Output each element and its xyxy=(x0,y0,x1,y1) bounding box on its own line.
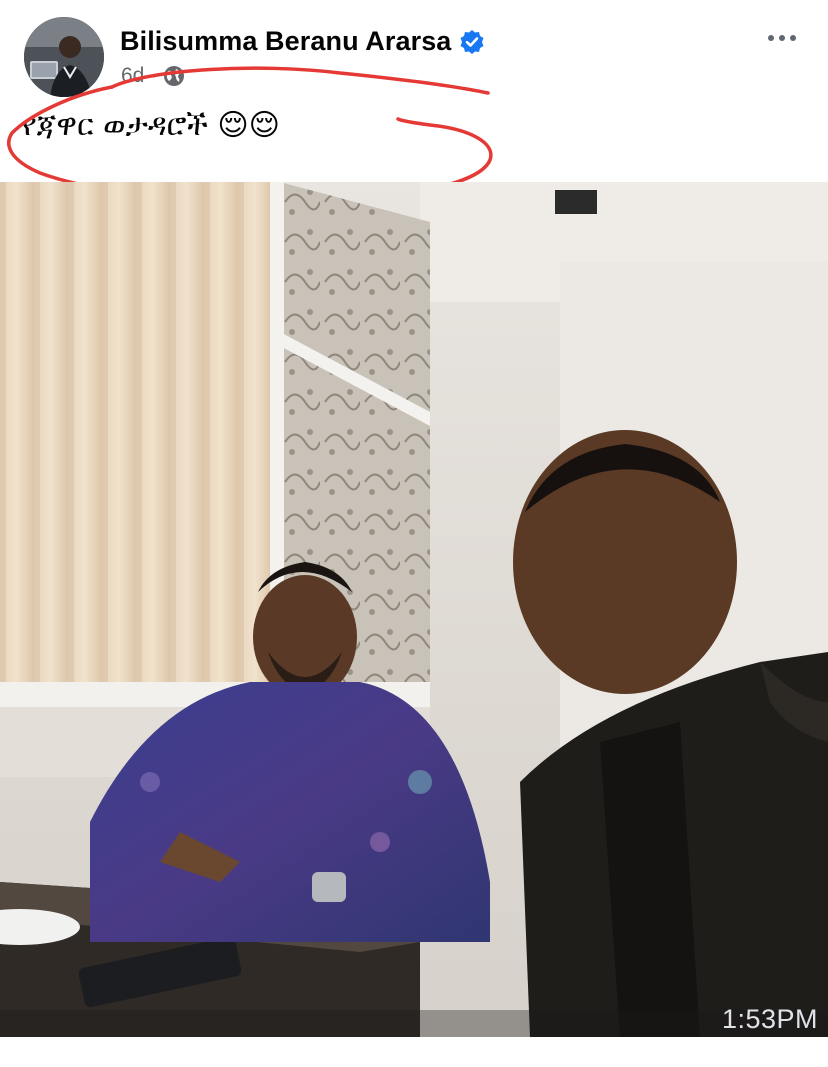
more-options-icon xyxy=(768,35,796,41)
post-time[interactable]: 6d xyxy=(121,64,144,88)
more-options-button[interactable] xyxy=(760,24,804,52)
post-text: የጃዋር ወታዳሮች 😌😌 xyxy=(22,108,280,143)
photo-image xyxy=(0,182,828,1037)
meta-separator: · xyxy=(150,64,158,87)
author-avatar[interactable] xyxy=(24,17,104,97)
author-name[interactable]: Bilisumma Beranu Ararsa xyxy=(120,26,451,57)
author-row: Bilisumma Beranu Ararsa xyxy=(120,26,485,57)
post-footer xyxy=(0,1037,828,1067)
post-photo[interactable]: 1:53PM xyxy=(0,182,828,1037)
feed-post: Bilisumma Beranu Ararsa 6d · የጃዋር ወታዳሮች … xyxy=(0,0,828,1067)
post-meta: 6d · xyxy=(121,64,185,88)
avatar-image xyxy=(24,17,104,97)
globe-icon[interactable] xyxy=(163,65,185,87)
photo-timestamp: 1:53PM xyxy=(721,1004,818,1034)
verified-badge-icon xyxy=(459,29,485,55)
